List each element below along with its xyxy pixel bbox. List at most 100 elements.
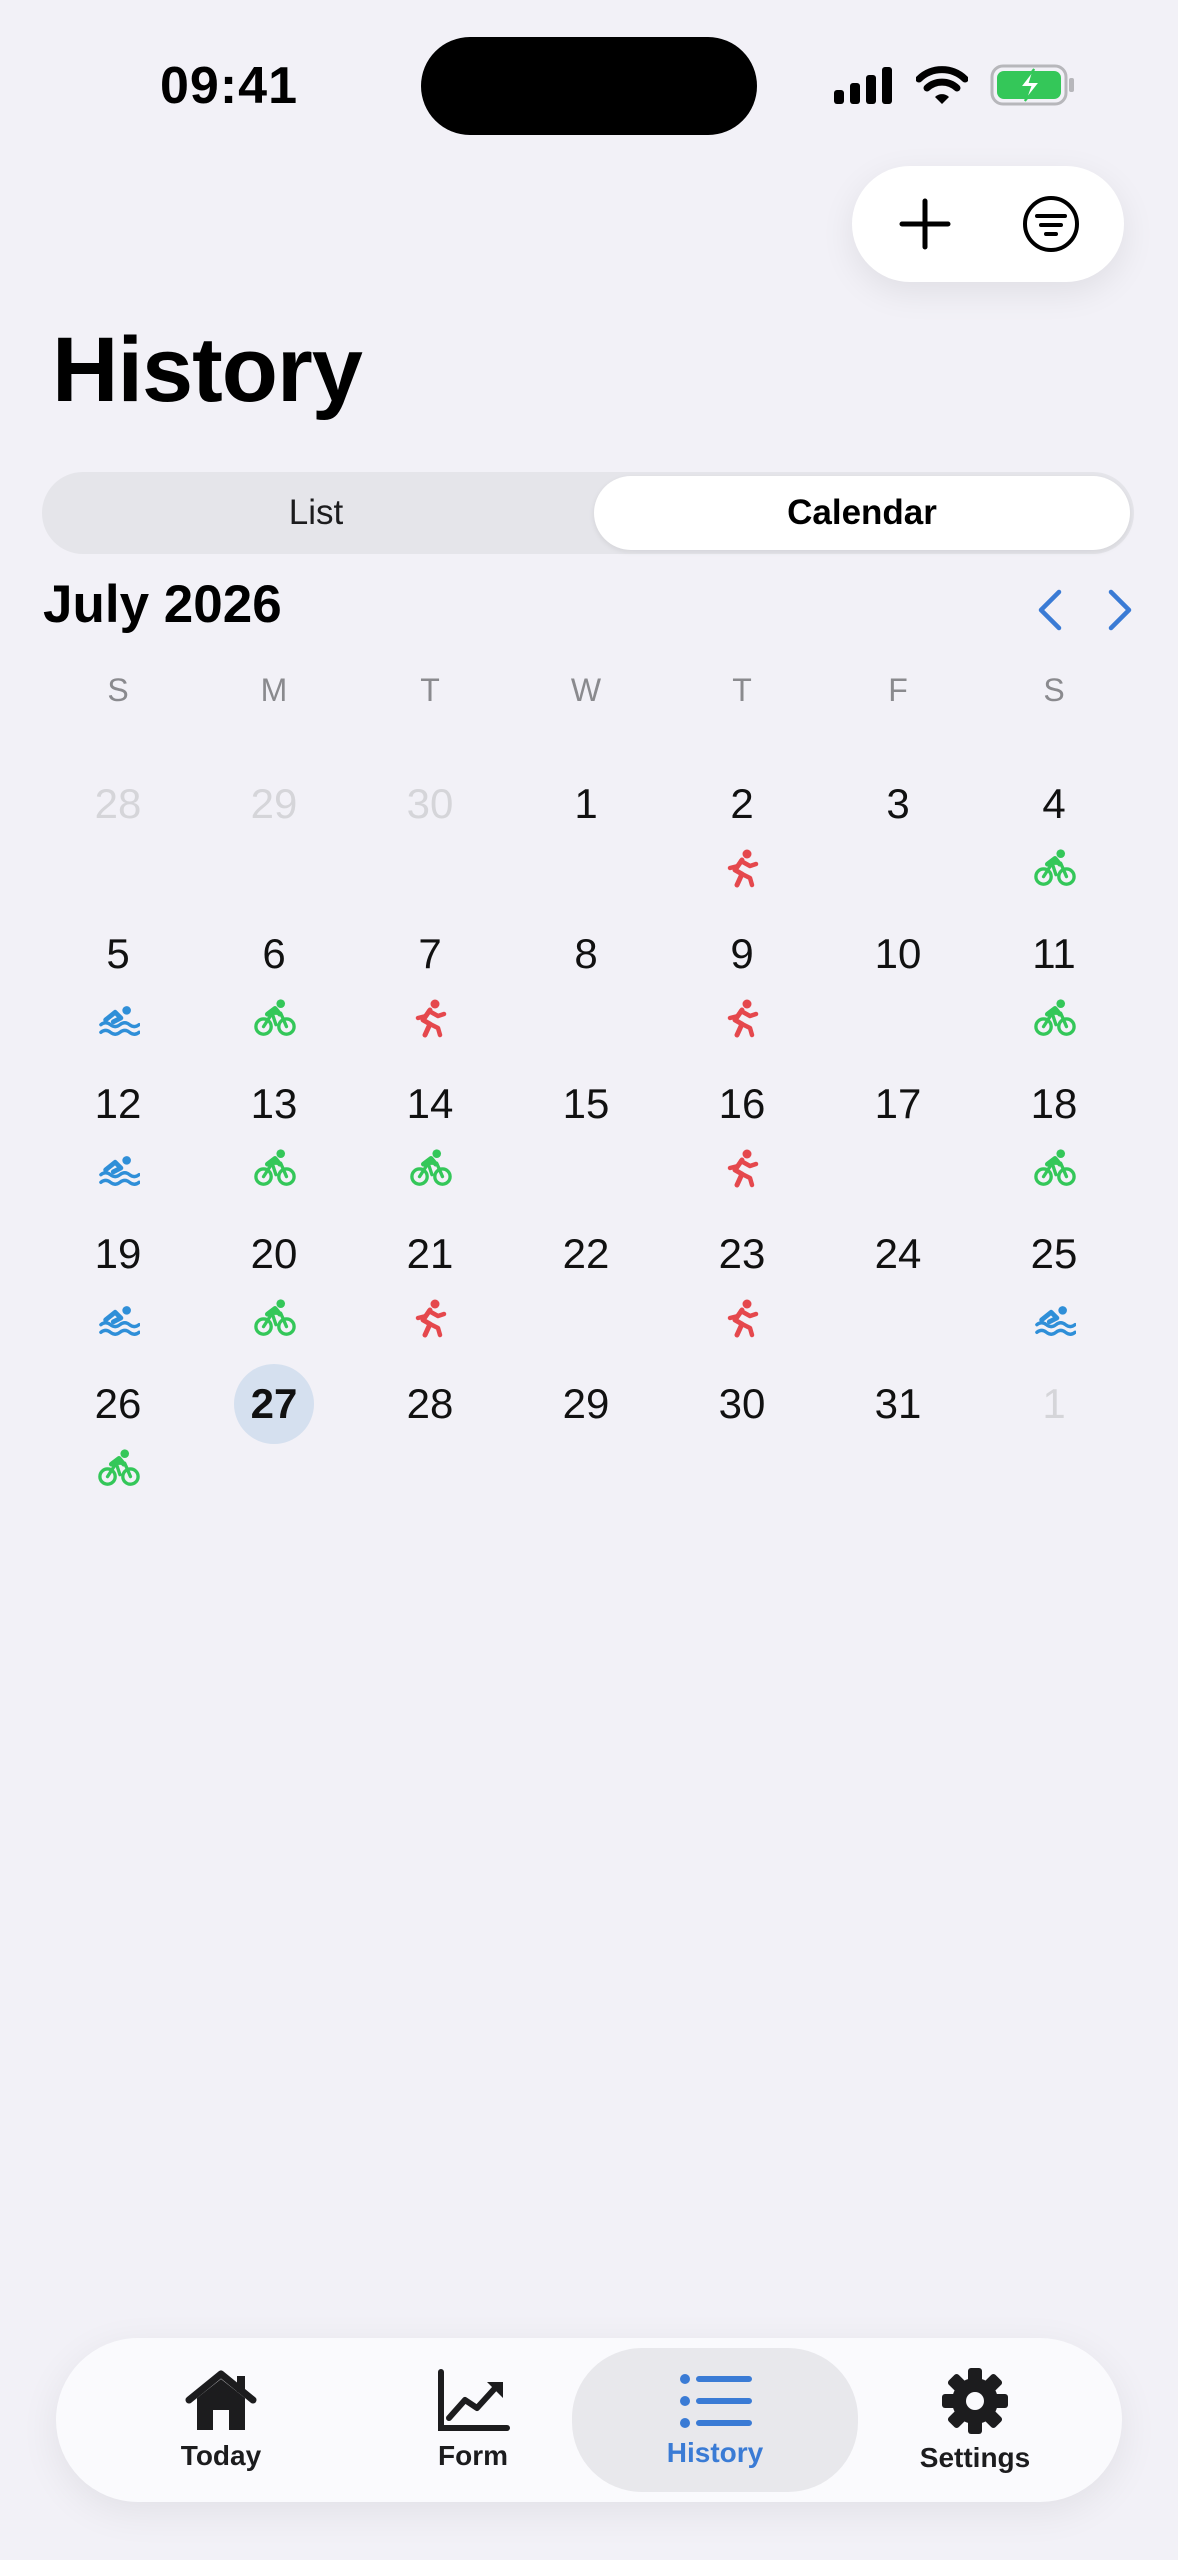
chevron-left-icon — [1038, 589, 1062, 631]
calendar-day-number: 15 — [562, 1080, 610, 1127]
calendar-day-number: 21 — [406, 1230, 454, 1277]
calendar-day-number: 3 — [886, 780, 910, 827]
calendar-day-cell[interactable]: 12 — [40, 1052, 196, 1202]
running-icon — [410, 998, 450, 1038]
running-icon — [722, 1148, 762, 1188]
cycling-icon — [1034, 998, 1076, 1038]
calendar-day-cell[interactable]: 6 — [196, 902, 352, 1052]
previous-month-button[interactable] — [1020, 580, 1080, 640]
segment-calendar[interactable]: Calendar — [594, 476, 1130, 550]
filter-circle-icon — [1023, 196, 1079, 252]
next-month-button[interactable] — [1090, 580, 1150, 640]
wifi-icon — [916, 66, 968, 104]
weekday-label: W — [570, 672, 602, 708]
status-time: 09:41 — [160, 57, 298, 115]
calendar-day-cell[interactable]: 14 — [352, 1052, 508, 1202]
calendar-day-number: 29 — [250, 780, 298, 827]
calendar-day-number: 20 — [250, 1230, 298, 1277]
calendar-day-number: 13 — [250, 1080, 298, 1127]
calendar-day-number: 23 — [718, 1230, 766, 1277]
calendar-day-cell[interactable]: 29 — [508, 1352, 664, 1502]
calendar-day-cell[interactable]: 25 — [976, 1202, 1132, 1352]
cycling-icon — [254, 1298, 296, 1338]
swimming-icon — [98, 1298, 141, 1338]
calendar-day-cell[interactable]: 21 — [352, 1202, 508, 1352]
cycling-icon — [254, 998, 296, 1038]
calendar-day-cell[interactable]: 4 — [976, 752, 1132, 902]
calendar-day-cell: 29 — [196, 752, 352, 902]
battery-charging-icon — [990, 64, 1074, 106]
filter-button[interactable] — [1006, 179, 1096, 269]
calendar-day-number: 8 — [574, 930, 598, 977]
calendar-day-number: 1 — [1042, 1380, 1066, 1427]
calendar-day-number: 4 — [1042, 780, 1066, 827]
calendar-day-number: 5 — [106, 930, 130, 977]
tab-form[interactable]: Form — [348, 2338, 598, 2502]
swimming-icon — [98, 998, 141, 1038]
house-icon — [185, 2370, 257, 2430]
cellular-signal-icon — [834, 67, 892, 104]
calendar-day-number: 24 — [874, 1230, 922, 1277]
calendar-day-cell[interactable]: 10 — [820, 902, 976, 1052]
calendar-day-number: 22 — [562, 1230, 610, 1277]
calendar-day-cell[interactable]: 1 — [508, 752, 664, 902]
swimming-icon — [1034, 1298, 1077, 1338]
chevron-right-icon — [1108, 589, 1132, 631]
calendar-day-number: 29 — [562, 1380, 610, 1427]
toolbar-actions — [852, 166, 1124, 282]
calendar-day-cell[interactable]: 31 — [820, 1352, 976, 1502]
calendar-day-number: 30 — [406, 780, 454, 827]
calendar-day-cell[interactable]: 16 — [664, 1052, 820, 1202]
calendar-day-cell[interactable]: 5 — [40, 902, 196, 1052]
calendar-day-cell[interactable]: 9 — [664, 902, 820, 1052]
calendar-day-cell[interactable]: 26 — [40, 1352, 196, 1502]
calendar-day-cell[interactable]: 2 — [664, 752, 820, 902]
calendar-day-cell[interactable]: 27 — [196, 1352, 352, 1502]
chart-line-icon — [438, 2369, 510, 2431]
calendar-day-number: 14 — [406, 1080, 454, 1127]
calendar-day-number: 28 — [406, 1380, 454, 1427]
tab-settings[interactable]: Settings — [850, 2338, 1100, 2502]
gear-icon — [942, 2368, 1008, 2434]
tab-today[interactable]: Today — [96, 2338, 346, 2502]
segment-list[interactable]: List — [46, 476, 586, 550]
calendar-day-cell[interactable]: 28 — [352, 1352, 508, 1502]
calendar-day-number: 26 — [94, 1380, 142, 1427]
tab-bar: Today Form History Settings — [56, 2338, 1122, 2502]
calendar-day-cell[interactable]: 20 — [196, 1202, 352, 1352]
calendar-day-cell[interactable]: 17 — [820, 1052, 976, 1202]
calendar-day-cell[interactable]: 3 — [820, 752, 976, 902]
cycling-icon — [1034, 1148, 1076, 1188]
calendar-day-cell[interactable]: 8 — [508, 902, 664, 1052]
calendar-day-cell[interactable]: 18 — [976, 1052, 1132, 1202]
running-icon — [722, 848, 762, 888]
cycling-icon — [410, 1148, 452, 1188]
calendar-day-cell[interactable]: 15 — [508, 1052, 664, 1202]
calendar-day-cell[interactable]: 7 — [352, 902, 508, 1052]
calendar-day-cell[interactable]: 13 — [196, 1052, 352, 1202]
view-mode-segmented-control: List Calendar — [42, 472, 1134, 554]
calendar-day-cell[interactable]: 24 — [820, 1202, 976, 1352]
calendar-day-number: 6 — [262, 930, 286, 977]
calendar-day-number: 10 — [874, 930, 922, 977]
calendar-day-cell[interactable]: 22 — [508, 1202, 664, 1352]
add-button[interactable] — [880, 179, 970, 269]
calendar-day-number: 17 — [874, 1080, 922, 1127]
calendar-day-cell[interactable]: 11 — [976, 902, 1132, 1052]
calendar-day-cell[interactable]: 23 — [664, 1202, 820, 1352]
calendar-day-number: 18 — [1030, 1080, 1078, 1127]
weekday-label: S — [107, 672, 129, 708]
calendar-day-cell[interactable]: 19 — [40, 1202, 196, 1352]
running-icon — [722, 1298, 762, 1338]
calendar-day-number: 11 — [1032, 930, 1076, 977]
weekday-label: T — [732, 672, 752, 708]
calendar-day-cell: 30 — [352, 752, 508, 902]
tab-settings-label: Settings — [919, 2442, 1031, 2473]
page-title: History — [52, 319, 363, 421]
tab-history[interactable]: History — [572, 2348, 858, 2492]
calendar-day-number: 12 — [94, 1080, 142, 1127]
calendar-day-number: 19 — [94, 1230, 142, 1277]
calendar-day-cell[interactable]: 30 — [664, 1352, 820, 1502]
list-icon — [680, 2374, 752, 2428]
calendar-day-number: 31 — [874, 1380, 922, 1427]
